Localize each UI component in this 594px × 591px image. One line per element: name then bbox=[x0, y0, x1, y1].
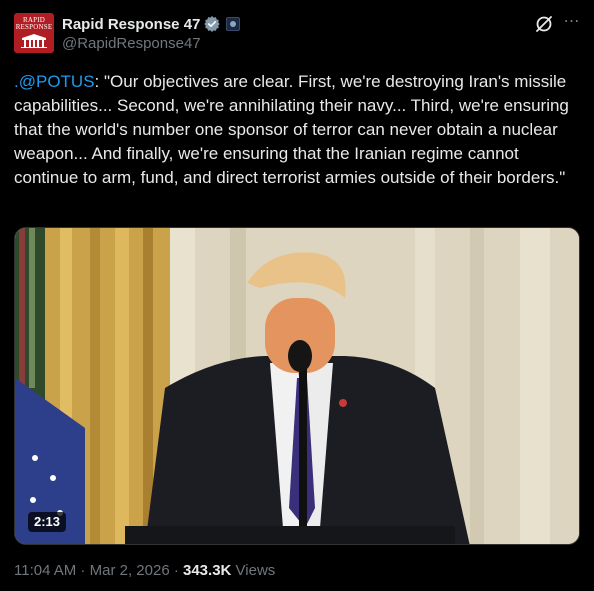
views-count[interactable]: 343.3K bbox=[183, 562, 231, 579]
tweet-date[interactable]: Mar 2, 2026 bbox=[90, 562, 170, 579]
more-icon[interactable]: ⋯ bbox=[562, 12, 582, 32]
meta-separator: · bbox=[169, 562, 183, 579]
affiliate-badge-icon[interactable] bbox=[226, 17, 241, 31]
tweet-meta: 11:04 AM · Mar 2, 2026 · 343.3K Views bbox=[14, 562, 275, 579]
views-label: Views bbox=[231, 562, 276, 579]
tweet-time[interactable]: 11:04 AM bbox=[14, 562, 76, 579]
video-duration: 2:13 bbox=[28, 512, 67, 532]
video-thumbnail bbox=[15, 228, 579, 544]
avatar-line2: RESPONSE bbox=[15, 23, 53, 31]
tweet-body: : "Our objectives are clear. First, we'r… bbox=[14, 72, 569, 187]
avatar[interactable]: RAPID RESPONSE bbox=[14, 13, 54, 53]
handle[interactable]: @RapidResponse47 bbox=[62, 35, 201, 52]
mention-link[interactable]: .@POTUS bbox=[14, 72, 95, 91]
meta-separator: · bbox=[76, 562, 90, 579]
display-name[interactable]: Rapid Response 47 bbox=[62, 16, 200, 33]
verified-badge-icon[interactable] bbox=[204, 16, 221, 32]
name-row: Rapid Response 47 bbox=[62, 14, 241, 34]
white-house-icon bbox=[21, 34, 47, 48]
grok-icon[interactable] bbox=[534, 14, 554, 34]
tweet-text: .@POTUS: "Our objectives are clear. Firs… bbox=[14, 70, 582, 190]
video-player[interactable] bbox=[14, 227, 580, 545]
